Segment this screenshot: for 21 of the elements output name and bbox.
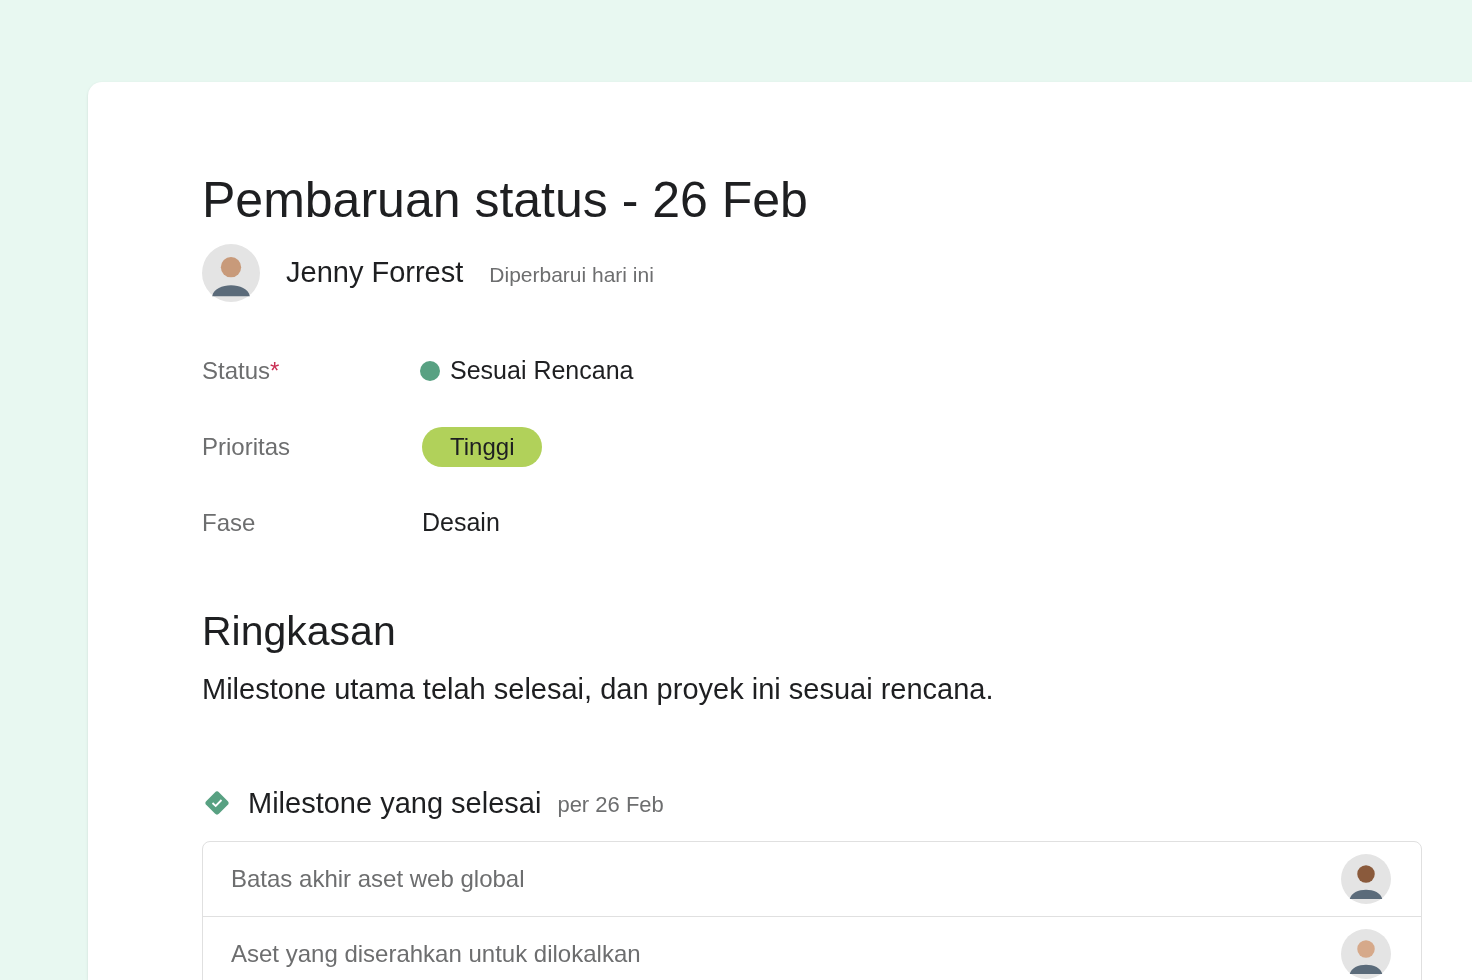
avatar bbox=[1341, 928, 1391, 979]
author-name: Jenny Forrest bbox=[286, 255, 464, 291]
milestone-row[interactable]: Aset yang diserahkan untuk dilokalkan bbox=[203, 916, 1421, 980]
milestones-heading: Milestone yang selesai bbox=[248, 785, 542, 821]
section-heading: Ringkasan bbox=[202, 607, 397, 656]
field-label: Status* bbox=[202, 356, 281, 386]
avatar bbox=[1341, 854, 1391, 904]
milestone-title: Aset yang diserahkan untuk dilokalkan bbox=[231, 938, 641, 969]
updated-text: Diperbarui hari ini bbox=[489, 262, 654, 289]
summary-text: Milestone utama telah selesai, dan proyek ini sesuai rencana. bbox=[202, 672, 995, 707]
priority-tag: Tinggi bbox=[422, 427, 543, 467]
milestone-row[interactable]: Batas akhir aset web global bbox=[203, 842, 1421, 916]
milestones-date: per 26 Feb bbox=[557, 790, 664, 819]
field-label: Prioritas bbox=[202, 432, 292, 462]
field-label: Fase bbox=[202, 508, 257, 538]
required-mark: * bbox=[270, 357, 280, 384]
field-value: Desain bbox=[422, 507, 500, 539]
status-value: Sesuai Rencana bbox=[450, 355, 634, 387]
avatar bbox=[202, 244, 260, 302]
milestone-title: Batas akhir aset web global bbox=[231, 864, 525, 894]
page-title: Pembaruan status - 26 Feb bbox=[202, 171, 809, 230]
